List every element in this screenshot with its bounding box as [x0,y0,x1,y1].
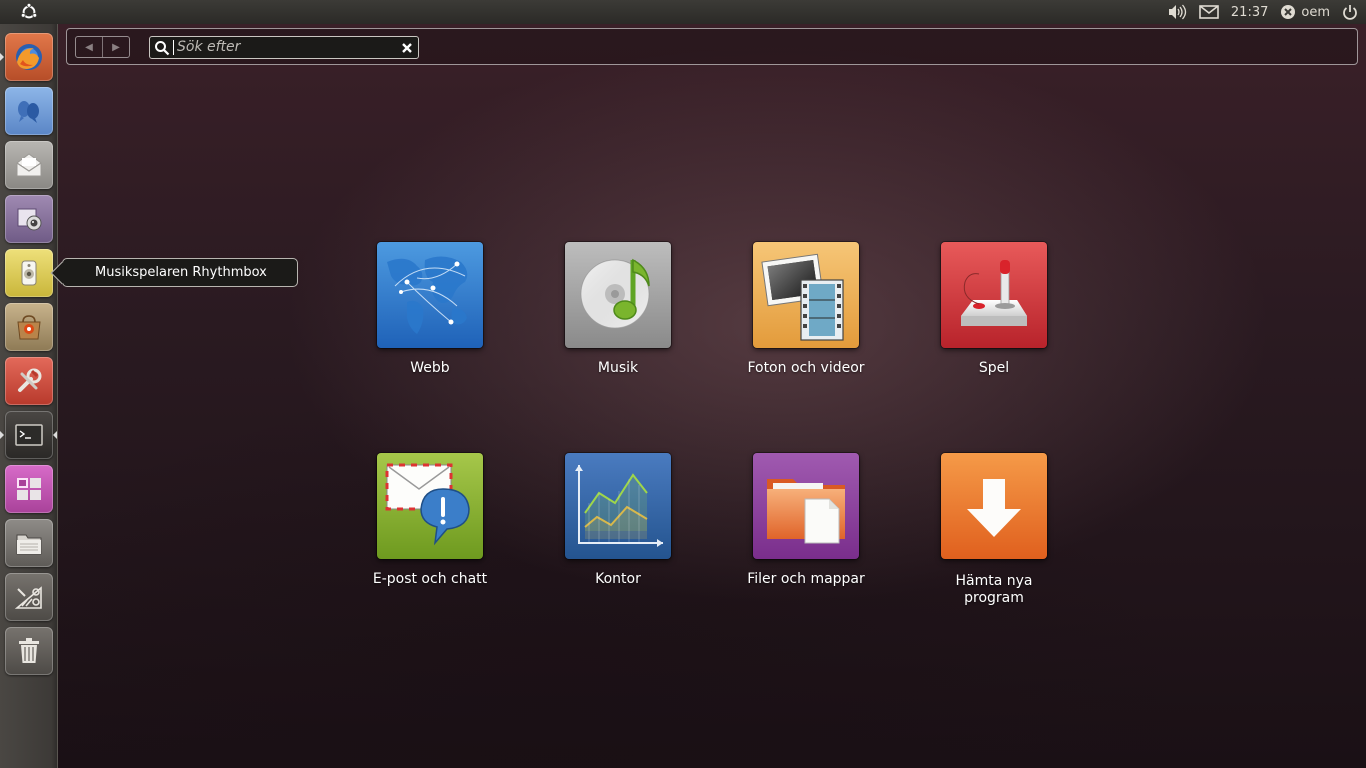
applications-icon [14,586,42,609]
games-tile [941,242,1047,348]
category-e-post-och-chatt[interactable]: E-post och chatt [355,453,505,588]
dash-search-bar: ◀ ▶ [66,28,1358,65]
music-cd-icon [580,258,650,329]
forward-arrow-icon: ▶ [112,41,120,53]
launcher-item-system-settings[interactable] [5,357,53,405]
launcher-item-software-center[interactable] [5,303,53,351]
user-indicator[interactable]: oem [1280,4,1330,20]
messaging-indicator[interactable] [1199,5,1219,19]
files-tile [753,453,859,559]
category-label: Spel [978,360,1010,376]
focused-indicator [53,431,57,439]
file-manager-icon [16,534,42,555]
rhythmbox-icon [21,260,37,286]
category-label: E-post och chatt [372,571,488,587]
indicator-area: 21:37 oem [1167,0,1358,24]
launcher-item-trash[interactable] [5,627,53,675]
launcher-item-files[interactable] [5,519,53,567]
launcher-item-empathy[interactable] [5,87,53,135]
category-label: Filer och mappar [747,571,865,587]
dash-home-button[interactable] [0,0,58,24]
power-icon [1343,5,1357,20]
user-status-icon [1281,5,1296,19]
photos-tile [753,242,859,348]
category-kontor[interactable]: Kontor [543,453,693,588]
clock-indicator[interactable]: 21:37 [1231,5,1268,20]
clear-search-icon[interactable] [399,40,415,56]
category-hamta-nya-program[interactable]: Hämta nya program [919,453,1069,607]
mail-chat-icon [385,463,470,546]
mail-icon [1199,5,1219,19]
settings-icon [18,368,42,392]
dash-background [58,24,1366,768]
web-tile [377,242,483,348]
back-arrow-icon: ◀ [85,41,93,53]
launcher-item-applications[interactable] [5,573,53,621]
download-tile [941,453,1047,559]
running-indicator [0,431,4,439]
category-label: Foton och videor [747,360,865,376]
category-filer-och-mappar[interactable]: Filer och mappar [731,453,881,588]
top-panel: 21:37 oem [0,0,1366,24]
launcher-item-workspaces[interactable] [5,465,53,513]
launcher-item-firefox[interactable] [5,33,53,81]
search-input[interactable] [173,40,399,55]
trash-icon [19,638,39,663]
download-arrow-icon [967,479,1021,537]
joystick-icon [961,260,1027,326]
session-indicator[interactable] [1342,4,1358,20]
nav-buttons: ◀ ▶ [75,36,130,58]
folder-icon [767,479,845,544]
terminal-icon [15,424,43,446]
web-globe-icon [387,256,468,334]
clock-time: 21:37 [1230,4,1269,20]
forward-button[interactable]: ▶ [102,37,129,57]
mail-chat-tile [377,453,483,559]
office-tile [565,453,671,559]
mail-client-icon [16,153,42,177]
category-label: Webb [410,360,450,376]
category-label: Kontor [595,571,641,587]
sound-indicator[interactable] [1167,4,1187,20]
launcher-item-terminal[interactable] [5,411,53,459]
office-chart-icon [575,465,663,547]
category-label: Hämta nya program [955,573,1033,606]
category-foton-och-videor[interactable]: Foton och videor [731,242,881,377]
category-spel[interactable]: Spel [919,242,1069,377]
running-indicator [0,53,4,61]
tooltip-text: Musikspelaren Rhythmbox [95,265,267,280]
launcher [0,24,58,768]
launcher-item-rhythmbox[interactable] [5,249,53,297]
ubuntu-logo-icon [20,3,38,19]
search-field [149,36,419,59]
back-button[interactable]: ◀ [76,37,102,57]
webcam-icon [17,208,42,231]
user-name: oem [1301,4,1330,20]
launcher-item-cheese[interactable] [5,195,53,243]
firefox-icon [16,44,42,70]
category-musik[interactable]: Musik [543,242,693,377]
launcher-tooltip: Musikspelaren Rhythmbox [62,258,298,287]
category-label: Musik [597,360,639,376]
empathy-icon [18,101,39,123]
launcher-item-mail[interactable] [5,141,53,189]
workspace-switcher-icon [17,478,41,500]
volume-icon [1168,4,1187,20]
music-tile [565,242,671,348]
software-center-icon [17,315,41,340]
category-webb[interactable]: Webb [355,242,505,377]
photos-videos-icon [761,253,844,341]
search-icon [155,40,170,55]
